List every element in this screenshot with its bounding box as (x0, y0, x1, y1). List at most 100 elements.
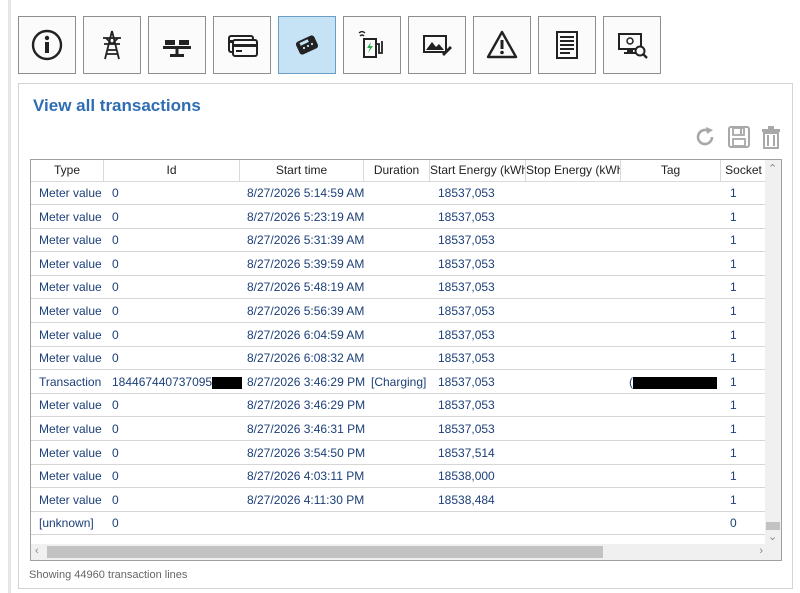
cell-tag: ( (629, 371, 717, 393)
column-header-type[interactable]: Type (31, 160, 104, 181)
cell-socket-text: 1 (730, 209, 737, 224)
cell-start-time: 8/27/2026 4:11:30 PM (247, 489, 364, 511)
cell-start-time: 8/27/2026 5:23:19 AM (247, 206, 364, 228)
cell-start-time-text: 8/27/2026 3:54:50 PM (247, 445, 366, 460)
cell-start-time-text: 8/27/2026 6:04:59 AM (247, 327, 365, 342)
cell-type: Meter value (39, 206, 102, 228)
table-row[interactable]: [unknown] 0 0 (31, 512, 767, 536)
cell-socket-text: 1 (730, 186, 737, 200)
cell-type-text: Meter value (39, 186, 102, 200)
cell-start-energy-text: 18537,053 (438, 351, 495, 366)
table-row[interactable]: Meter value 0 8/27/2026 6:04:59 AM 18537,05… (31, 324, 767, 347)
column-header-start-time[interactable]: Start time (240, 160, 364, 181)
cell-start-energy-text: 18537,053 (438, 233, 495, 248)
table-row[interactable]: Meter value 0 8/27/2026 3:46:31 PM 18537,05… (31, 418, 767, 441)
cell-id: 0 (112, 418, 119, 440)
status-text: Showing 44960 transaction lines (29, 569, 188, 581)
table-row[interactable]: Meter value 0 8/27/2026 3:46:29 PM 18537,05… (31, 394, 767, 418)
scroll-thumb[interactable] (766, 522, 780, 530)
cell-socket-text: 1 (730, 398, 737, 413)
cell-id-text: 184467440737095 (112, 374, 213, 389)
cards-button[interactable] (213, 16, 271, 74)
cell-start-time-text: 8/27/2026 5:39:59 AM (247, 256, 365, 271)
info-icon (31, 29, 63, 61)
column-header-duration[interactable]: Duration (364, 160, 430, 181)
cell-start-time: 8/27/2026 5:56:39 AM (247, 300, 364, 322)
cell-id: 0 (112, 182, 119, 204)
cell-type: Meter value (39, 489, 102, 511)
cell-start-energy: 18537,053 (438, 347, 495, 369)
grid-button[interactable] (83, 16, 141, 74)
cell-id: 0 (112, 229, 119, 251)
cell-start-time-text: 8/27/2026 3:46:31 PM (247, 422, 366, 436)
vertical-scrollbar[interactable]: ⌃ ⌄ (765, 160, 781, 545)
scroll-down-icon[interactable]: ⌄ (768, 530, 777, 543)
table-row[interactable]: Transaction 184467440737095 8/27/2026 3:46… (31, 371, 767, 394)
table-row[interactable]: Meter value 0 8/27/2026 5:14:59 AM 18537,05… (31, 182, 767, 205)
transactions-button[interactable] (278, 16, 336, 74)
warning-icon (486, 30, 518, 59)
scroll-right-icon[interactable]: › (759, 545, 763, 557)
column-header-start-energy[interactable]: Start Energy (kWh) (430, 160, 526, 181)
table-row[interactable]: Meter value 0 8/27/2026 5:23:19 AM 18537,05… (31, 206, 767, 229)
cell-id-text: 0 (112, 186, 119, 200)
scroll-up-icon[interactable]: ⌃ (768, 162, 777, 175)
cell-start-energy-text: 18537,053 (438, 398, 495, 413)
transactions-table[interactable]: Type Id Start time Duration Start Energy… (30, 159, 782, 561)
save-button[interactable] (726, 124, 752, 150)
cell-start-time-text: 8/27/2026 5:56:39 AM (247, 304, 365, 318)
charging-button[interactable] (343, 16, 401, 74)
column-header-id[interactable]: Id (104, 160, 240, 181)
cell-start-energy: 18537,053 (438, 253, 495, 275)
table-row[interactable]: Meter value 0 8/27/2026 5:39:59 AM 18537,05… (31, 253, 767, 276)
delete-button[interactable] (758, 124, 784, 150)
table-row[interactable]: Meter value 0 8/27/2026 3:54:50 PM 18537,51… (31, 442, 767, 465)
cell-type-text: Meter value (39, 304, 102, 318)
column-header-tag[interactable]: Tag (621, 160, 721, 181)
load-balancing-button[interactable] (148, 16, 206, 74)
cell-start-time-text: 8/27/2026 5:31:39 AM (247, 233, 365, 248)
cell-start-energy: 18537,053 (438, 276, 495, 298)
display-button[interactable] (408, 16, 466, 74)
cell-type-text: Meter value (39, 280, 102, 295)
cell-start-energy: 18537,053 (438, 324, 495, 346)
column-header-socket[interactable]: Socket (721, 160, 767, 181)
cell-type-text: Meter value (39, 351, 102, 366)
table-row[interactable]: Meter value 0 8/27/2026 5:48:19 AM 18537,05… (31, 276, 767, 300)
log-button[interactable] (538, 16, 596, 74)
cell-start-energy-text: 18537,053 (438, 374, 495, 389)
save-icon (728, 126, 750, 148)
cell-socket: 1 (730, 465, 737, 487)
window-left-border (8, 0, 11, 593)
info-button[interactable] (18, 16, 76, 74)
horizontal-scrollbar[interactable]: ‹ › (31, 544, 767, 560)
horizontal-scroll-thumb[interactable] (47, 546, 603, 558)
refresh-button[interactable] (692, 124, 718, 150)
scroll-left-icon[interactable]: ‹ (35, 545, 39, 557)
table-row[interactable]: Meter value 0 8/27/2026 5:56:39 AM 18537,05… (31, 300, 767, 323)
table-row[interactable]: Meter value 0 8/27/2026 4:11:30 PM 18538,48… (31, 489, 767, 512)
diagnostics-button[interactable] (603, 16, 661, 74)
delete-icon (762, 126, 780, 149)
table-row[interactable]: Meter value 0 8/27/2026 5:31:39 AM 18537,05… (31, 229, 767, 253)
cell-socket-text: 1 (730, 304, 737, 318)
cell-id-text: 0 (112, 327, 119, 342)
cell-type-text: [unknown] (39, 516, 94, 531)
cell-start-energy: 18537,053 (438, 371, 495, 393)
cell-start-energy-text: 18538,484 (438, 492, 495, 507)
cell-start-energy: 18537,053 (438, 418, 495, 440)
table-row[interactable]: Meter value 0 8/27/2026 4:03:11 PM 18538,00… (31, 465, 767, 489)
column-header-stop-energy[interactable]: Stop Energy (kWh) (526, 160, 621, 181)
cell-start-time: 8/27/2026 5:14:59 AM (247, 182, 364, 204)
cell-start-time: 8/27/2026 5:48:19 AM (247, 276, 364, 298)
cell-start-energy: 18537,514 (438, 442, 495, 464)
errors-button[interactable] (473, 16, 531, 74)
cell-type: Meter value (39, 229, 102, 251)
cell-type-text: Meter value (39, 445, 102, 460)
table-row[interactable]: Meter value 0 8/27/2026 6:08:32 AM 18537,05… (31, 347, 767, 371)
cell-type-text: Meter value (39, 492, 102, 507)
cell-socket: 1 (730, 442, 737, 464)
cell-type: Transaction (39, 371, 101, 393)
balance-scale-icon (163, 40, 191, 57)
cell-type-text: Meter value (39, 422, 102, 436)
